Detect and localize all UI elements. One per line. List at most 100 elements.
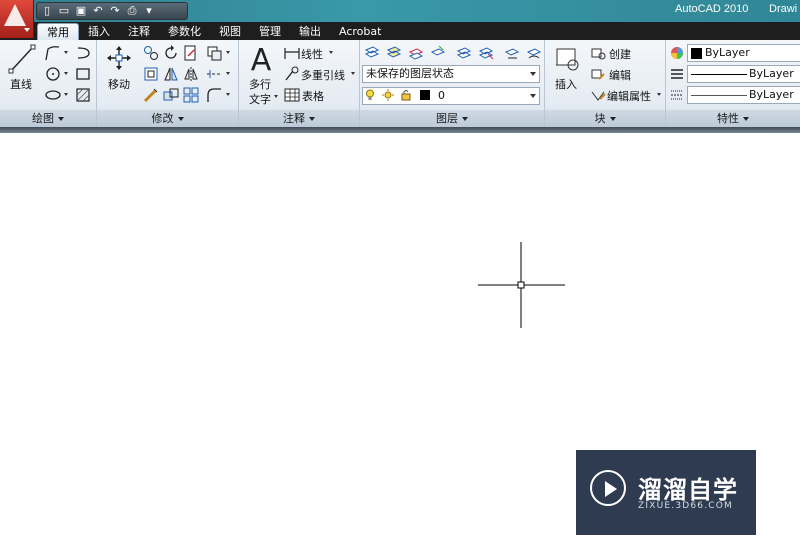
tab-output[interactable]: 输出 [290, 23, 330, 40]
move-button-label[interactable]: 移动 [108, 76, 130, 92]
plot-icon[interactable]: ⎙ [125, 4, 139, 18]
edit-attribute-icon[interactable] [589, 86, 607, 104]
new-file-icon[interactable]: ▯ [40, 4, 54, 18]
layer-previous-icon[interactable] [525, 44, 543, 62]
explode-dropdown[interactable] [225, 65, 231, 83]
stretch-icon[interactable] [142, 65, 160, 83]
panel-title-properties[interactable]: 特性 [666, 110, 800, 127]
tab-home[interactable]: 常用 [37, 23, 79, 40]
table-icon[interactable] [283, 86, 301, 104]
ellipse-dropdown[interactable] [63, 86, 69, 104]
tab-annotate[interactable]: 注释 [119, 23, 159, 40]
lineweight-icon[interactable] [668, 86, 686, 104]
layer-isolate-icon[interactable] [407, 44, 425, 62]
polyline-icon[interactable] [44, 44, 62, 62]
redo-icon[interactable]: ↷ [108, 4, 122, 18]
offset-icon[interactable] [182, 86, 200, 104]
linetype-select[interactable]: ByLayer [687, 65, 800, 83]
copy-icon[interactable] [142, 44, 160, 62]
array-icon[interactable] [162, 86, 180, 104]
fillet-icon[interactable] [205, 86, 223, 104]
circle-dropdown[interactable] [63, 65, 69, 83]
mtext-dropdown[interactable] [273, 88, 279, 106]
color-wheel-icon[interactable] [668, 44, 686, 62]
multiline-text-icon[interactable]: A [248, 42, 274, 76]
application-menu-button[interactable] [0, 0, 34, 38]
create-label[interactable]: 创建 [609, 46, 631, 62]
layer-state-select[interactable]: 未保存的图层状态 [362, 65, 540, 83]
multileader-label[interactable]: 多重引线 [301, 67, 345, 83]
chevron-down-icon [530, 72, 536, 76]
rectangle-icon[interactable] [74, 65, 92, 83]
line-button-label[interactable]: 直线 [10, 76, 32, 92]
watermark-title: 溜溜自学 [638, 476, 738, 504]
rotate-icon[interactable] [162, 44, 180, 62]
mtext-label-line1[interactable]: 多行 [249, 76, 271, 92]
scale-icon[interactable] [142, 86, 160, 104]
line-icon[interactable] [8, 44, 36, 74]
panel-block: 插入 创建 编辑 编辑属性 块 [545, 40, 666, 127]
linear-dimension-icon[interactable] [283, 44, 301, 62]
linetype-icon[interactable] [668, 65, 686, 83]
multileader-icon[interactable] [283, 65, 301, 83]
lineweight-select[interactable]: ByLayer [687, 86, 800, 104]
trim-icon[interactable] [182, 44, 200, 62]
mtext-label-line2[interactable]: 文字 [249, 91, 271, 107]
panel-title-block[interactable]: 块 [545, 110, 665, 127]
linear-dropdown[interactable] [328, 44, 334, 62]
title-bar: ▯ ▭ ▣ ↶ ↷ ⎙ ▾ AutoCAD 2010 Drawi [0, 0, 800, 22]
layer-match-icon[interactable] [503, 44, 521, 62]
tab-manage[interactable]: 管理 [250, 23, 290, 40]
create-block-icon[interactable] [589, 44, 607, 62]
erase-dropdown[interactable] [225, 44, 231, 62]
linear-dimension-label[interactable]: 线性 [301, 46, 323, 62]
edit-attribute-dropdown[interactable] [656, 86, 662, 104]
insert-block-icon[interactable] [553, 45, 581, 73]
fillet-dropdown[interactable] [225, 86, 231, 104]
edit-label[interactable]: 编辑 [609, 67, 631, 83]
play-logo-icon [590, 470, 626, 506]
layer-state-value: 未保存的图层状态 [366, 67, 454, 80]
layer-unisolate-icon[interactable] [429, 44, 447, 62]
explode-icon[interactable] [205, 65, 223, 83]
tab-insert[interactable]: 插入 [79, 23, 119, 40]
tab-parametric[interactable]: 参数化 [159, 23, 210, 40]
move-icon[interactable] [106, 45, 132, 71]
chevron-down-icon [24, 28, 30, 32]
color-select[interactable]: ByLayer [687, 44, 800, 62]
polyline-dropdown[interactable] [63, 44, 69, 62]
quick-access-toolbar: ▯ ▭ ▣ ↶ ↷ ⎙ ▾ [36, 2, 188, 20]
edit-attribute-label[interactable]: 编辑属性 [607, 88, 651, 104]
panel-title-annotation[interactable]: 注释 [239, 110, 359, 127]
hatch-icon[interactable] [74, 86, 92, 104]
multileader-dropdown[interactable] [350, 65, 356, 83]
customize-icon[interactable]: ▾ [142, 4, 156, 18]
chevron-down-icon [609, 117, 616, 121]
layer-properties-icon[interactable] [363, 44, 381, 62]
chevron-down-icon [58, 117, 64, 121]
panel-title-layers[interactable]: 图层 [360, 110, 544, 127]
layer-off-icon[interactable] [477, 44, 495, 62]
circle-icon[interactable] [44, 65, 62, 83]
chevron-down-icon [309, 117, 315, 121]
save-icon[interactable]: ▣ [74, 4, 88, 18]
ribbon-minimize-button[interactable] [400, 23, 418, 40]
arc-icon[interactable] [74, 44, 92, 62]
panel-title-draw[interactable]: 绘图 [0, 110, 96, 127]
mirror-icon[interactable] [162, 65, 180, 83]
ellipse-icon[interactable] [44, 86, 62, 104]
open-folder-icon[interactable]: ▭ [57, 4, 71, 18]
layer-select[interactable]: 0 [362, 87, 540, 105]
insert-label[interactable]: 插入 [555, 76, 577, 92]
undo-icon[interactable]: ↶ [91, 4, 105, 18]
tab-view[interactable]: 视图 [210, 23, 250, 40]
mirror-axis-icon[interactable] [182, 65, 200, 83]
panel-title-modify[interactable]: 修改 [97, 110, 238, 127]
layer-freeze-icon[interactable] [455, 44, 473, 62]
layer-state-icon[interactable] [385, 44, 403, 62]
edit-block-icon[interactable] [589, 65, 607, 83]
tab-acrobat[interactable]: Acrobat [330, 23, 390, 40]
erase-icon[interactable] [205, 44, 223, 62]
table-label[interactable]: 表格 [302, 88, 324, 104]
panel-draw: 直线 绘图 [0, 40, 97, 127]
